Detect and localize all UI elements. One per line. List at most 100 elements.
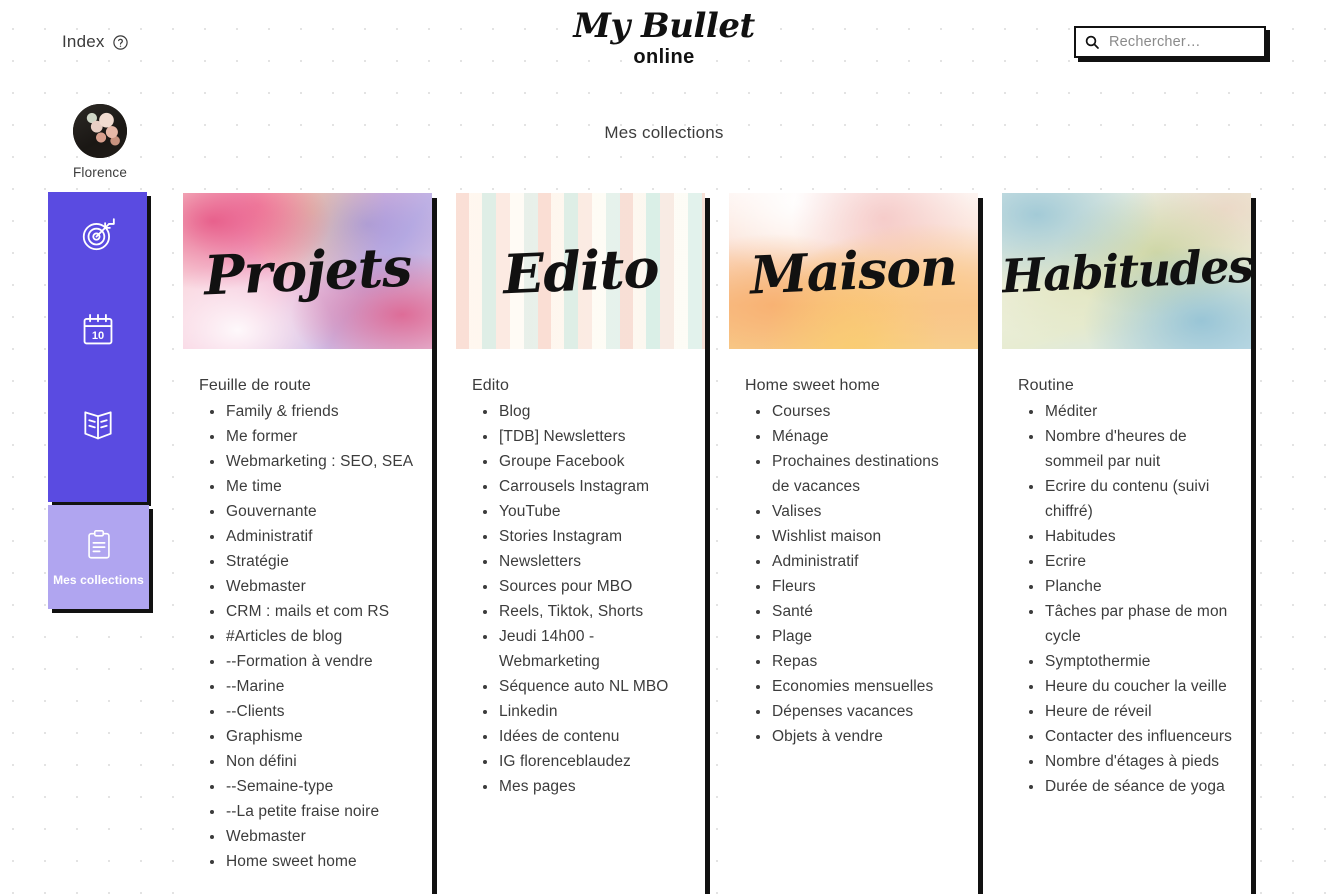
list-item[interactable]: Contacter des influenceurs	[1018, 724, 1233, 749]
list-item[interactable]: YouTube	[472, 499, 687, 524]
list-item[interactable]: Prochaines destinations de vacances	[745, 449, 960, 499]
list-item[interactable]: Valises	[745, 499, 960, 524]
clipboard-icon	[82, 528, 116, 567]
collection-cover: Maison	[729, 193, 978, 349]
list-item[interactable]: Jeudi 14h00 - Webmarketing	[472, 624, 687, 674]
list-item[interactable]: Repas	[745, 649, 960, 674]
list-item[interactable]: Heure du coucher la veille	[1018, 674, 1233, 699]
sidebar-item-calendrier[interactable]: 10	[78, 310, 118, 350]
list-item[interactable]: Durée de séance de yoga	[1018, 774, 1233, 799]
list-item[interactable]: Carrousels Instagram	[472, 474, 687, 499]
collections-grid: Projets Feuille de route Family & friends M…	[183, 193, 1251, 894]
sidebar-item-mes-collections[interactable]: Mes collections	[48, 505, 149, 609]
list-item[interactable]: --Clients	[199, 699, 414, 724]
list-item[interactable]: Courses	[745, 399, 960, 424]
list-item[interactable]: [TDB] Newsletters	[472, 424, 687, 449]
collection-item-list: Family & friends Me former Webmarketing : …	[199, 399, 414, 874]
list-item[interactable]: Symptothermie	[1018, 649, 1233, 674]
calendar-10-icon: 10	[79, 311, 117, 349]
list-item[interactable]: Stratégie	[199, 549, 414, 574]
index-link[interactable]: Index	[62, 32, 129, 52]
sidebar-item-journal[interactable]	[78, 405, 118, 445]
list-item[interactable]: Mes pages	[472, 774, 687, 799]
list-item[interactable]: Tâches par phase de mon cycle	[1018, 599, 1233, 649]
list-item[interactable]: --Marine	[199, 674, 414, 699]
list-item[interactable]: Reels, Tiktok, Shorts	[472, 599, 687, 624]
avatar-image	[73, 104, 127, 158]
list-item[interactable]: Administratif	[745, 549, 960, 574]
list-item[interactable]: Nombre d'étages à pieds	[1018, 749, 1233, 774]
question-mark-circle-icon[interactable]	[112, 34, 129, 51]
list-item[interactable]: Sources pour MBO	[472, 574, 687, 599]
list-item[interactable]: Planche	[1018, 574, 1233, 599]
list-item[interactable]: Webmaster	[199, 574, 414, 599]
collection-cover-title: Projets	[202, 234, 413, 308]
list-item[interactable]: Ménage	[745, 424, 960, 449]
collection-item-list: Blog [TDB] Newsletters Groupe Facebook Carr…	[472, 399, 687, 799]
profile-block[interactable]: Florence	[70, 104, 130, 180]
search-input[interactable]	[1109, 34, 1256, 50]
list-item[interactable]: Family & friends	[199, 399, 414, 424]
list-item[interactable]: Groupe Facebook	[472, 449, 687, 474]
collection-item-list: Courses Ménage Prochaines destinations de …	[745, 399, 960, 749]
list-item[interactable]: Idées de contenu	[472, 724, 687, 749]
open-book-icon	[79, 406, 117, 444]
list-item[interactable]: IG florenceblaudez	[472, 749, 687, 774]
list-item[interactable]: Wishlist maison	[745, 524, 960, 549]
collection-cover-title: Maison	[748, 236, 959, 306]
collection-card[interactable]: Maison Home sweet home Courses Ménage Procha…	[729, 193, 978, 894]
list-item[interactable]: --Formation à vendre	[199, 649, 414, 674]
list-item[interactable]: Blog	[472, 399, 687, 424]
avatar[interactable]	[73, 104, 127, 158]
logo-sub-text: online	[633, 46, 695, 68]
list-item[interactable]: Home sweet home	[199, 849, 414, 874]
list-item[interactable]: --Semaine-type	[199, 774, 414, 799]
list-item[interactable]: --La petite fraise noire	[199, 799, 414, 824]
svg-text:10: 10	[91, 330, 103, 342]
collection-title: Routine	[1018, 377, 1074, 394]
page-title: Mes collections	[604, 123, 724, 142]
list-item[interactable]: Méditer	[1018, 399, 1233, 424]
list-item[interactable]: Ecrire du contenu (suivi chiffré)	[1018, 474, 1233, 524]
list-item[interactable]: Non défini	[199, 749, 414, 774]
list-item[interactable]: Graphisme	[199, 724, 414, 749]
list-item[interactable]: Habitudes	[1018, 524, 1233, 549]
list-item[interactable]: CRM : mails et com RS	[199, 599, 414, 624]
list-item[interactable]: Stories Instagram	[472, 524, 687, 549]
list-item[interactable]: Fleurs	[745, 574, 960, 599]
list-item[interactable]: Ecrire	[1018, 549, 1233, 574]
list-item[interactable]: Séquence auto NL MBO	[472, 674, 687, 699]
search-box[interactable]	[1074, 26, 1266, 58]
collection-cover: Habitudes	[1002, 193, 1251, 349]
collection-card[interactable]: Habitudes Routine Méditer Nombre d'heures d…	[1002, 193, 1251, 894]
target-goal-icon	[79, 216, 117, 254]
list-item[interactable]: Dépenses vacances	[745, 699, 960, 724]
sidebar-item-objectifs[interactable]	[78, 215, 118, 255]
collection-body: Routine Méditer Nombre d'heures de sommeil…	[1002, 349, 1251, 811]
collection-cover: Projets	[183, 193, 432, 349]
list-item[interactable]: Heure de réveil	[1018, 699, 1233, 724]
list-item[interactable]: Economies mensuelles	[745, 674, 960, 699]
collection-card[interactable]: Edito Edito Blog [TDB] Newsletters Groupe Fa…	[456, 193, 705, 894]
site-logo[interactable]: My Bullet online	[554, 8, 774, 68]
collection-body: Edito Blog [TDB] Newsletters Groupe Faceboo…	[456, 349, 705, 811]
list-item[interactable]: Nombre d'heures de sommeil par nuit	[1018, 424, 1233, 474]
collection-cover-title: Habitudes	[1002, 238, 1251, 304]
sidebar: 10 Mes collections	[48, 192, 149, 609]
list-item[interactable]: #Articles de blog	[199, 624, 414, 649]
logo-main-text: My Bullet	[573, 6, 755, 46]
list-item[interactable]: Gouvernante	[199, 499, 414, 524]
search-icon	[1084, 34, 1100, 50]
list-item[interactable]: Webmaster	[199, 824, 414, 849]
collection-item-list: Méditer Nombre d'heures de sommeil par nu…	[1018, 399, 1233, 799]
list-item[interactable]: Plage	[745, 624, 960, 649]
list-item[interactable]: Newsletters	[472, 549, 687, 574]
list-item[interactable]: Webmarketing : SEO, SEA	[199, 449, 414, 474]
list-item[interactable]: Me time	[199, 474, 414, 499]
list-item[interactable]: Santé	[745, 599, 960, 624]
list-item[interactable]: Administratif	[199, 524, 414, 549]
collection-card[interactable]: Projets Feuille de route Family & friends M…	[183, 193, 432, 894]
list-item[interactable]: Me former	[199, 424, 414, 449]
list-item[interactable]: Objets à vendre	[745, 724, 960, 749]
list-item[interactable]: Linkedin	[472, 699, 687, 724]
